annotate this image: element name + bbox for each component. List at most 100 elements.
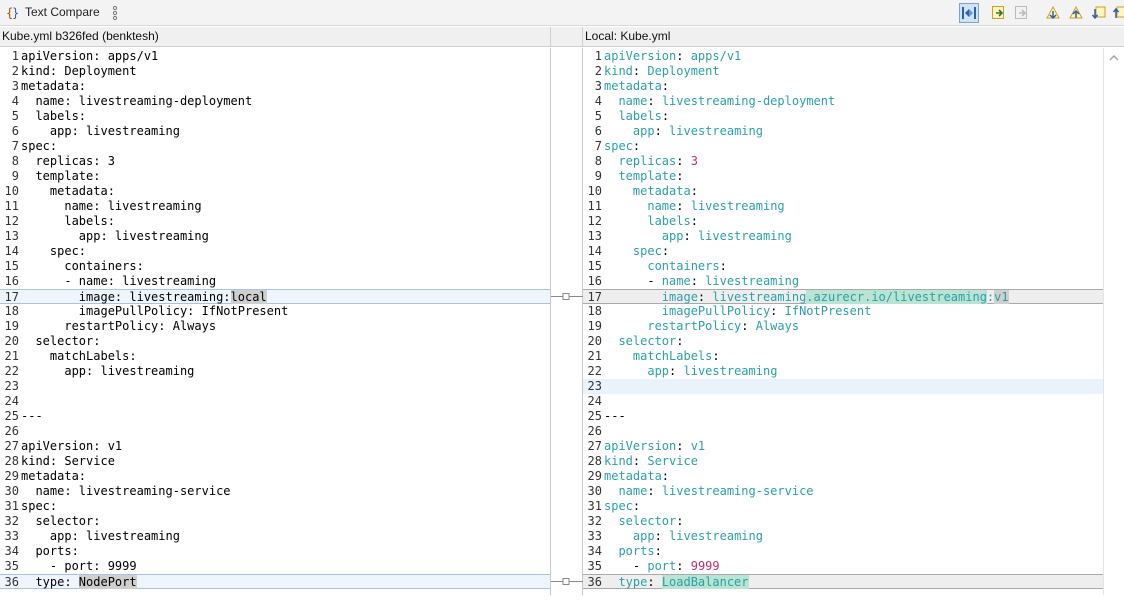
line-number: 10: [4, 184, 19, 198]
copy-all-from-left-button[interactable]: [989, 3, 1009, 23]
code-line[interactable]: 13 app: livestreaming: [0, 229, 550, 244]
code-line[interactable]: 27 apiVersion: v1: [0, 439, 550, 454]
code-line[interactable]: 26: [583, 424, 1103, 439]
code-line[interactable]: 1 apiVersion: apps/v1: [0, 49, 550, 64]
code-line[interactable]: 9 template:: [0, 169, 550, 184]
code-line[interactable]: 30 name: livestreaming-service: [583, 484, 1103, 499]
code-line[interactable]: 33 app: livestreaming: [0, 529, 550, 544]
code-line[interactable]: 35 - port: 9999: [583, 559, 1103, 574]
code-line[interactable]: 4 name: livestreaming-deployment: [583, 94, 1103, 109]
diff-gutter[interactable]: [550, 48, 584, 595]
code-line[interactable]: 26: [0, 424, 550, 439]
line-text: name: livestreaming-deployment: [618, 94, 836, 108]
code-line[interactable]: 21 matchLabels:: [583, 349, 1103, 364]
code-line[interactable]: 15 containers:: [0, 259, 550, 274]
line-text: app: livestreaming: [647, 364, 778, 378]
line-number: 16: [4, 274, 19, 288]
code-line[interactable]: 19 restartPolicy: Always: [0, 319, 550, 334]
code-line[interactable]: 17 image: livestreaming:local: [0, 289, 550, 304]
code-line[interactable]: 32 selector:: [583, 514, 1103, 529]
code-line[interactable]: 29 metadata:: [583, 469, 1103, 484]
code-line[interactable]: 25 ---: [0, 409, 550, 424]
code-line[interactable]: 9 template:: [583, 169, 1103, 184]
vertical-scrollbar[interactable]: [1103, 48, 1124, 595]
code-line[interactable]: 23: [583, 379, 1103, 394]
code-line[interactable]: 22 app: livestreaming: [583, 364, 1103, 379]
code-line[interactable]: 17 image: livestreaming.azurecr.io/lives…: [583, 289, 1103, 304]
code-line[interactable]: 7 spec:: [0, 139, 550, 154]
code-line[interactable]: 29 metadata:: [0, 469, 550, 484]
code-line[interactable]: 20 selector:: [0, 334, 550, 349]
code-line[interactable]: 5 labels:: [0, 109, 550, 124]
code-line[interactable]: 11 name: livestreaming: [583, 199, 1103, 214]
code-line[interactable]: 34 ports:: [583, 544, 1103, 559]
code-line[interactable]: 2 kind: Deployment: [0, 64, 550, 79]
diff-connectors: [551, 293, 584, 585]
next-change-button[interactable]: [1089, 3, 1109, 23]
code-line[interactable]: 1 apiVersion: apps/v1: [583, 49, 1103, 64]
drag-grip-icon[interactable]: [112, 5, 118, 21]
code-line[interactable]: 24: [583, 394, 1103, 409]
code-line[interactable]: 11 name: livestreaming: [0, 199, 550, 214]
code-line[interactable]: 14 spec:: [583, 244, 1103, 259]
code-line[interactable]: 36 type: NodePort: [0, 574, 550, 589]
right-editor[interactable]: 1 apiVersion: apps/v1 2 kind: Deployment 3 me…: [583, 48, 1103, 595]
code-line[interactable]: 10 metadata:: [0, 184, 550, 199]
code-line[interactable]: 6 app: livestreaming: [583, 124, 1103, 139]
code-line[interactable]: 19 restartPolicy: Always: [583, 319, 1103, 334]
code-line[interactable]: 3 metadata:: [583, 79, 1103, 94]
line-text: selector:: [618, 334, 684, 348]
scroll-up-icon[interactable]: [1104, 48, 1124, 68]
previous-change-button[interactable]: [1110, 3, 1124, 23]
code-line[interactable]: 31 spec:: [583, 499, 1103, 514]
code-line[interactable]: 31 spec:: [0, 499, 550, 514]
left-editor[interactable]: 1 apiVersion: apps/v1 2 kind: Deployment 3 me…: [0, 48, 550, 595]
code-line[interactable]: 7 spec:: [583, 139, 1103, 154]
code-line[interactable]: 5 labels:: [583, 109, 1103, 124]
copy-current-change-button[interactable]: [1012, 3, 1032, 23]
code-line[interactable]: 21 matchLabels:: [0, 349, 550, 364]
code-line[interactable]: 28 kind: Service: [0, 454, 550, 469]
code-line[interactable]: 3 metadata:: [0, 79, 550, 94]
next-difference-button[interactable]: [1043, 3, 1063, 23]
code-line[interactable]: 10 metadata:: [583, 184, 1103, 199]
left-pane-header: Kube.yml b326fed (benktesh): [0, 27, 550, 47]
line-number: 29: [587, 469, 602, 483]
two-way-compare-button[interactable]: [959, 3, 979, 23]
code-line[interactable]: 27 apiVersion: v1: [583, 439, 1103, 454]
code-line[interactable]: 2 kind: Deployment: [583, 64, 1103, 79]
line-number: 35: [4, 559, 19, 573]
code-line[interactable]: 16 - name: livestreaming: [0, 274, 550, 289]
code-line[interactable]: 14 spec:: [0, 244, 550, 259]
code-line[interactable]: 34 ports:: [0, 544, 550, 559]
line-number: 2: [594, 64, 602, 78]
code-line[interactable]: 36 type: LoadBalancer: [583, 574, 1103, 589]
code-line[interactable]: 30 name: livestreaming-service: [0, 484, 550, 499]
code-line[interactable]: 6 app: livestreaming: [0, 124, 550, 139]
code-line[interactable]: 20 selector:: [583, 334, 1103, 349]
code-line[interactable]: 18 imagePullPolicy: IfNotPresent: [583, 304, 1103, 319]
view-title[interactable]: Text Compare: [25, 5, 100, 19]
line-text: ports:: [21, 544, 79, 558]
previous-difference-button[interactable]: [1066, 3, 1086, 23]
code-line[interactable]: 23: [0, 379, 550, 394]
code-line[interactable]: 8 replicas: 3: [583, 154, 1103, 169]
code-line[interactable]: 22 app: livestreaming: [0, 364, 550, 379]
code-line[interactable]: 18 imagePullPolicy: IfNotPresent: [0, 304, 550, 319]
code-line[interactable]: 16 - name: livestreaming: [583, 274, 1103, 289]
right-pane-header: Local: Kube.yml: [583, 27, 1124, 47]
code-line[interactable]: 12 labels:: [0, 214, 550, 229]
code-line[interactable]: 4 name: livestreaming-deployment: [0, 94, 550, 109]
code-line[interactable]: 15 containers:: [583, 259, 1103, 274]
code-line[interactable]: 35 - port: 9999: [0, 559, 550, 574]
code-line[interactable]: 25 ---: [583, 409, 1103, 424]
code-line[interactable]: 28 kind: Service: [583, 454, 1103, 469]
code-line[interactable]: 24: [0, 394, 550, 409]
line-number: 8: [11, 154, 19, 168]
code-line[interactable]: 33 app: livestreaming: [583, 529, 1103, 544]
code-line[interactable]: 13 app: livestreaming: [583, 229, 1103, 244]
code-line[interactable]: 12 labels:: [583, 214, 1103, 229]
code-line[interactable]: 32 selector:: [0, 514, 550, 529]
line-number: 6: [594, 124, 602, 138]
code-line[interactable]: 8 replicas: 3: [0, 154, 550, 169]
